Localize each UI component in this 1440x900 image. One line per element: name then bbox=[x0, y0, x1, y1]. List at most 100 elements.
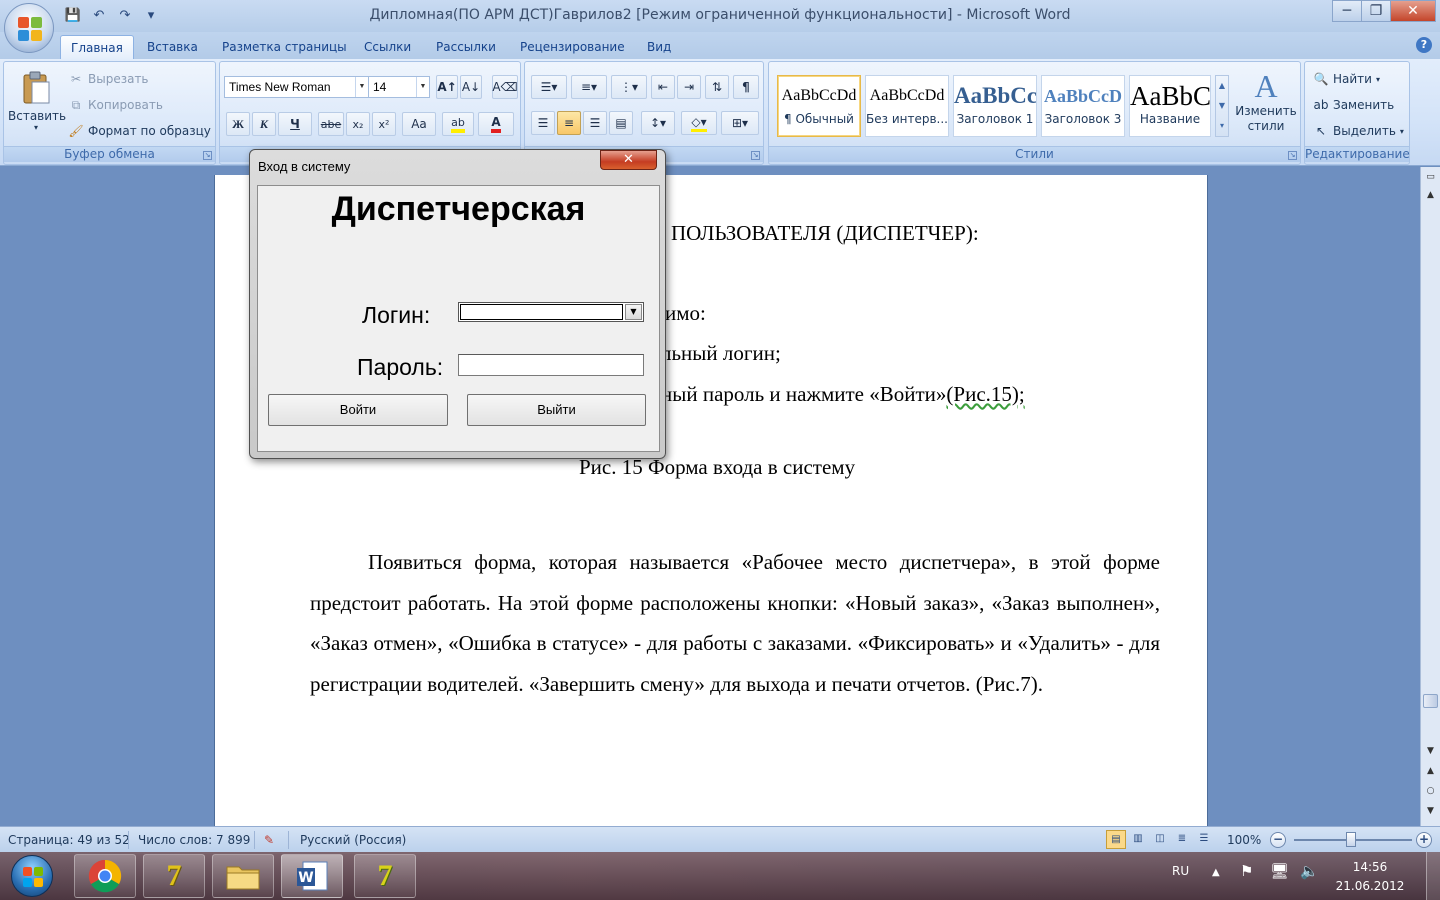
previous-page-icon[interactable]: ▲ bbox=[1422, 763, 1439, 780]
login-dropdown[interactable]: ▼ bbox=[458, 302, 644, 322]
close-button[interactable]: ✕ bbox=[1390, 0, 1436, 22]
vertical-scrollbar[interactable]: ▭ ▲ ▼ ▲ ○ ▼ bbox=[1420, 167, 1440, 826]
cut-button[interactable]: ✂ Вырезать bbox=[68, 68, 149, 90]
scroll-up-icon[interactable]: ▲ bbox=[1422, 187, 1439, 204]
zoom-slider-thumb[interactable] bbox=[1346, 832, 1356, 847]
exit-button[interactable]: Выйти bbox=[467, 394, 646, 426]
shading-button[interactable]: ◇▾ bbox=[681, 111, 717, 135]
clear-formatting-button[interactable]: A⌫ bbox=[492, 75, 518, 99]
outline-view-icon[interactable]: ≣ bbox=[1172, 830, 1192, 849]
change-styles-label: Изменить стили bbox=[1235, 104, 1297, 133]
clipboard-launcher-icon[interactable]: ↘ bbox=[203, 151, 212, 160]
highlight-button[interactable]: ab bbox=[442, 112, 474, 136]
paste-button[interactable]: Вставить ▾ bbox=[8, 70, 66, 132]
align-left-button[interactable]: ☰ bbox=[531, 111, 555, 135]
borders-button[interactable]: ⊞▾ bbox=[721, 111, 759, 135]
strikethrough-button[interactable]: abe bbox=[318, 112, 344, 136]
folder-icon[interactable] bbox=[212, 854, 274, 898]
action-center-icon[interactable]: ⚑ bbox=[1240, 862, 1253, 880]
styles-launcher-icon[interactable]: ↘ bbox=[1288, 151, 1297, 160]
paragraph-launcher-icon[interactable]: ↘ bbox=[751, 151, 760, 160]
proofing-icon[interactable]: ✎ bbox=[264, 833, 274, 847]
grow-font-button[interactable]: A↑ bbox=[436, 75, 458, 99]
tab-page-layout[interactable]: Разметка страницы bbox=[212, 35, 357, 59]
tab-references[interactable]: Ссылки bbox=[354, 35, 421, 59]
clock[interactable]: 14:56 21.06.2012 bbox=[1330, 858, 1410, 896]
zoom-in-icon[interactable]: + bbox=[1416, 832, 1432, 848]
style-no-spacing[interactable]: AaBbCcDd Без интерв... bbox=[865, 75, 949, 137]
scroll-thumb[interactable] bbox=[1423, 694, 1438, 708]
page-count[interactable]: Страница: 49 из 52 bbox=[8, 833, 130, 847]
tab-insert[interactable]: Вставка bbox=[137, 35, 208, 59]
start-button[interactable] bbox=[3, 853, 61, 899]
browse-object-icon[interactable]: ○ bbox=[1422, 783, 1439, 800]
change-styles-button[interactable]: A Изменить стили bbox=[1235, 68, 1297, 134]
password-field[interactable] bbox=[458, 354, 644, 376]
app-7z-icon[interactable]: 7 bbox=[354, 854, 416, 898]
chrome-icon[interactable] bbox=[74, 854, 136, 898]
align-center-button[interactable]: ≡ bbox=[557, 111, 581, 135]
word-icon[interactable]: W bbox=[281, 854, 343, 898]
increase-indent-button[interactable]: ⇥ bbox=[677, 75, 701, 99]
tab-home[interactable]: Главная bbox=[60, 35, 134, 59]
web-layout-icon[interactable]: ◫ bbox=[1150, 830, 1170, 849]
bullets-button[interactable]: ☰▾ bbox=[531, 75, 567, 99]
shrink-font-button[interactable]: A↓ bbox=[460, 75, 482, 99]
network-icon[interactable]: 🖥 bbox=[1270, 862, 1289, 880]
tab-view[interactable]: Вид bbox=[637, 35, 681, 59]
keyboard-language[interactable]: RU bbox=[1172, 864, 1189, 878]
zoom-level[interactable]: 100% bbox=[1227, 833, 1261, 847]
decrease-indent-button[interactable]: ⇤ bbox=[651, 75, 675, 99]
italic-button[interactable]: К bbox=[252, 112, 276, 136]
show-hidden-icons-icon[interactable]: ▲ bbox=[1212, 867, 1220, 878]
maximize-button[interactable]: ❐ bbox=[1361, 0, 1391, 22]
numbering-button[interactable]: ≡▾ bbox=[571, 75, 607, 99]
dialog-close-button[interactable]: ✕ bbox=[600, 150, 657, 170]
word-count[interactable]: Число слов: 7 899 bbox=[138, 833, 250, 847]
paste-dropdown-icon[interactable]: ▾ bbox=[8, 123, 64, 132]
subscript-button[interactable]: x₂ bbox=[346, 112, 370, 136]
font-family-combo[interactable]: Times New Roman ▼ bbox=[224, 76, 369, 98]
style-title[interactable]: AaBbC Название bbox=[1129, 75, 1211, 137]
replace-button[interactable]: ab Заменить bbox=[1313, 94, 1395, 116]
style-normal[interactable]: AaBbCcDd ¶ Обычный bbox=[777, 75, 861, 137]
app-7-icon[interactable]: 7 bbox=[143, 854, 205, 898]
underline-button[interactable]: Ч bbox=[278, 112, 312, 136]
style-heading-3[interactable]: AaBbCcD Заголовок 3 bbox=[1041, 75, 1125, 137]
show-formatting-button[interactable]: ¶ bbox=[733, 75, 759, 99]
find-button[interactable]: 🔍 Найти ▾ bbox=[1313, 68, 1380, 90]
tab-review[interactable]: Рецензирование bbox=[510, 35, 635, 59]
volume-icon[interactable]: 🔈 bbox=[1300, 862, 1319, 880]
full-screen-reading-icon[interactable]: ▥ bbox=[1128, 830, 1148, 849]
zoom-out-icon[interactable]: − bbox=[1270, 832, 1286, 848]
font-color-button[interactable]: A bbox=[478, 112, 514, 136]
font-size-combo[interactable]: 14 ▼ bbox=[368, 76, 430, 98]
ruler-toggle-icon[interactable]: ▭ bbox=[1422, 169, 1439, 186]
help-icon[interactable]: ? bbox=[1416, 37, 1432, 53]
office-button[interactable] bbox=[4, 3, 54, 53]
next-page-icon[interactable]: ▼ bbox=[1422, 803, 1439, 820]
minimize-button[interactable]: ─ bbox=[1332, 0, 1362, 22]
style-name: Без интерв... bbox=[866, 112, 948, 126]
sort-button[interactable]: ⇅ bbox=[705, 75, 729, 99]
change-case-button[interactable]: Aa bbox=[402, 112, 436, 136]
style-heading-1[interactable]: AaBbCc Заголовок 1 bbox=[953, 75, 1037, 137]
tab-mailings[interactable]: Рассылки bbox=[426, 35, 506, 59]
superscript-button[interactable]: x² bbox=[372, 112, 396, 136]
styles-gallery-scroll[interactable]: ▲ ▼ ▾ bbox=[1215, 75, 1229, 137]
scroll-down-icon[interactable]: ▼ bbox=[1422, 743, 1439, 760]
bold-button[interactable]: Ж bbox=[226, 112, 250, 136]
align-right-button[interactable]: ☰ bbox=[583, 111, 607, 135]
show-desktop-button[interactable] bbox=[1426, 852, 1440, 900]
justify-button[interactable]: ▤ bbox=[609, 111, 633, 135]
print-layout-icon[interactable]: ▤ bbox=[1106, 830, 1126, 849]
line-spacing-button[interactable]: ↕▾ bbox=[641, 111, 675, 135]
select-button[interactable]: ↖ Выделить ▾ bbox=[1313, 120, 1404, 142]
copy-button[interactable]: ⧉ Копировать bbox=[68, 94, 163, 116]
draft-view-icon[interactable]: ☰ bbox=[1194, 830, 1214, 849]
language-indicator[interactable]: Русский (Россия) bbox=[300, 833, 406, 847]
multilevel-list-button[interactable]: ⋮▾ bbox=[611, 75, 647, 99]
format-painter-button[interactable]: 🖌 Формат по образцу bbox=[68, 120, 211, 142]
login-button[interactable]: Войти bbox=[268, 394, 448, 426]
chevron-down-icon[interactable]: ▼ bbox=[625, 304, 642, 320]
